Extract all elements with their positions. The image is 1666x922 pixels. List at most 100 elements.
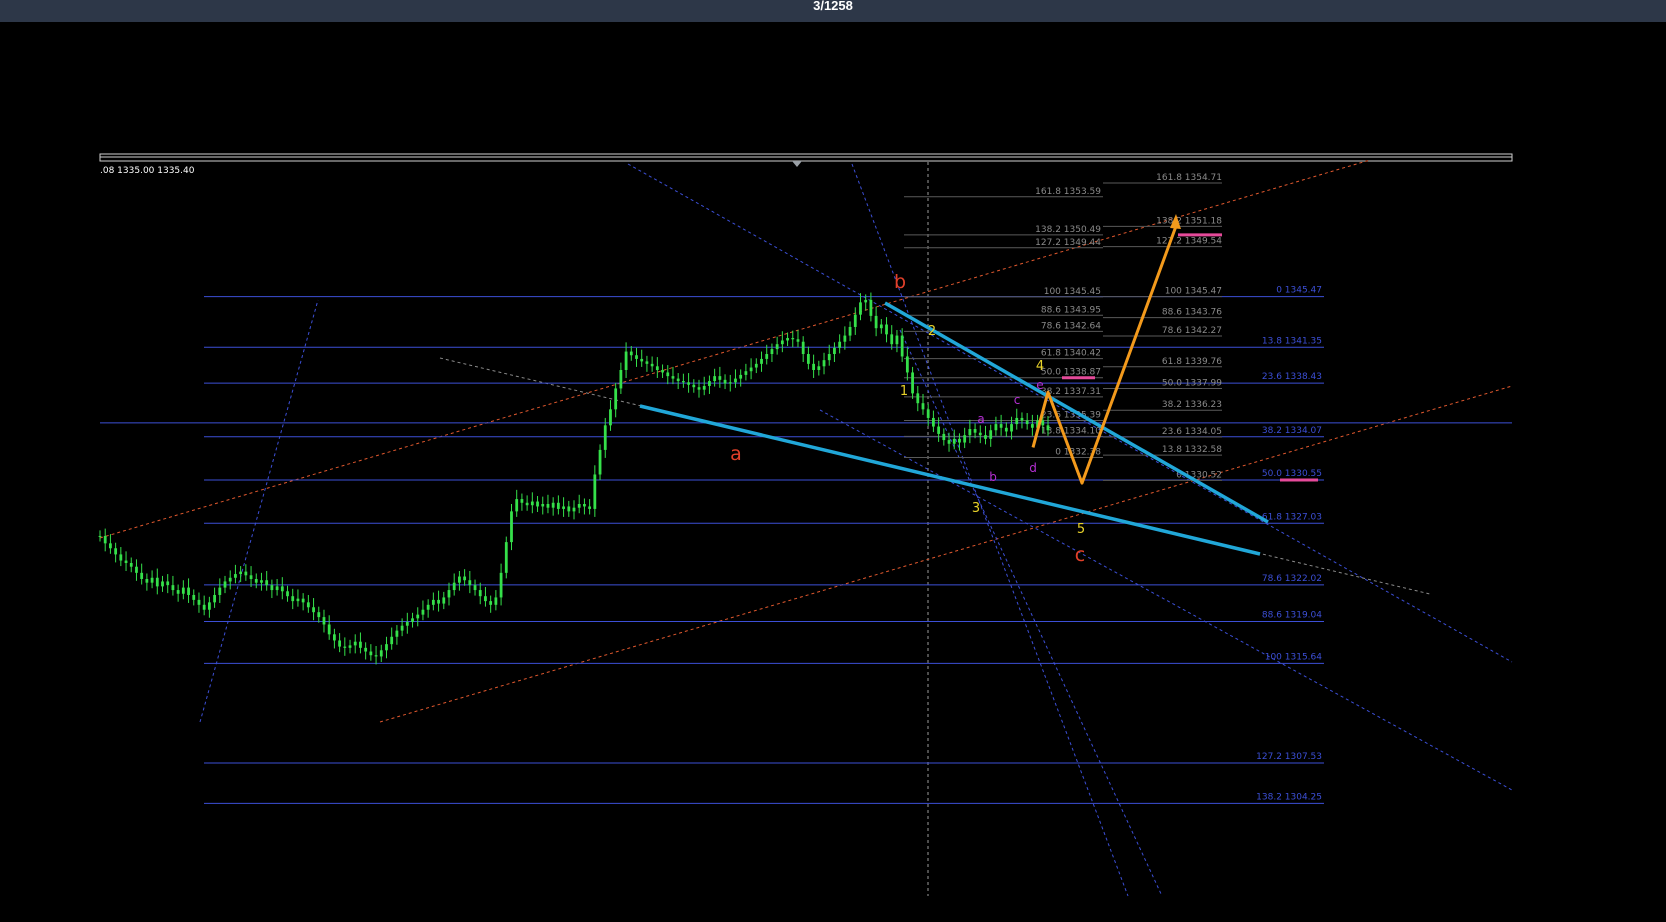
candle-body xyxy=(791,338,795,340)
candle-body xyxy=(796,339,800,342)
fib2-label: 138.2 1351.18 xyxy=(1156,216,1222,226)
candle-body xyxy=(817,366,821,370)
candle-body xyxy=(234,574,237,578)
level-label: 100 1315.64 xyxy=(1265,652,1323,662)
candle-body xyxy=(895,335,899,345)
fib1-label: 161.8 1353.59 xyxy=(1035,187,1101,197)
wave-label-red: c xyxy=(1075,544,1085,566)
wave-label-yellow: 3 xyxy=(972,501,980,516)
level-label: 138.2 1304.25 xyxy=(1256,792,1322,802)
candle-body xyxy=(442,597,446,604)
blue-dash-5 xyxy=(899,329,1163,897)
candle-body xyxy=(541,503,545,507)
candle-body xyxy=(681,381,685,383)
candle-body xyxy=(775,344,779,350)
fib2-label: 78.6 1342.27 xyxy=(1162,326,1222,336)
candle-body xyxy=(879,324,883,329)
candle-body xyxy=(942,433,946,441)
candle-body xyxy=(932,417,935,427)
candle-body xyxy=(468,580,472,586)
candle-body xyxy=(947,440,951,444)
wave-label-red: a xyxy=(730,443,742,465)
fib2-label: 38.2 1336.23 xyxy=(1162,400,1222,410)
candle-body xyxy=(421,609,425,615)
candle-body xyxy=(921,403,925,410)
candle-body xyxy=(431,599,435,605)
candle-body xyxy=(390,636,394,645)
wave-label-magenta: e xyxy=(1036,378,1043,392)
candle-body xyxy=(150,577,154,583)
candle-body xyxy=(739,374,743,379)
candle-body xyxy=(702,385,706,390)
candle-body xyxy=(546,503,550,508)
candle-body xyxy=(400,625,404,631)
candle-body xyxy=(952,438,956,444)
candle-body xyxy=(202,604,206,610)
candle-body xyxy=(588,506,592,509)
wave-label-red: b xyxy=(894,271,906,293)
candle-body xyxy=(671,376,675,379)
level-label: 38.2 1334.07 xyxy=(1262,426,1322,436)
candle-body xyxy=(885,324,888,335)
scroll-marker-icon[interactable] xyxy=(792,161,802,167)
candle-body xyxy=(1041,420,1045,426)
candle-body xyxy=(187,587,190,595)
fibonacci-levels: 0 1345.47 13.8 1341.35 23.6 1338.43 38.2 13… xyxy=(100,286,1512,804)
candle-body xyxy=(978,432,982,436)
wave-label-magenta: c xyxy=(1014,393,1021,407)
candle-body xyxy=(603,425,607,450)
candle-body xyxy=(458,576,461,583)
blue-dash-1 xyxy=(199,299,319,723)
candle-body xyxy=(207,602,211,610)
candle-body xyxy=(426,604,430,610)
candle-body xyxy=(1020,417,1024,421)
candle-body xyxy=(301,598,305,603)
fib1-label: 23.6 1335.39 xyxy=(1041,411,1101,421)
candle-body xyxy=(687,382,690,385)
candle-body xyxy=(103,535,107,544)
candle-body xyxy=(780,340,784,345)
candle-body xyxy=(369,651,373,656)
candle-body xyxy=(312,607,315,613)
wave-label-magenta: a xyxy=(977,412,984,426)
wave-label-magenta: d xyxy=(1029,461,1037,475)
candle-body xyxy=(504,542,508,573)
candle-body xyxy=(734,378,737,383)
candle-body xyxy=(676,378,680,382)
candle-body xyxy=(364,647,368,652)
candle-body xyxy=(911,372,914,394)
candle-body xyxy=(874,315,878,329)
candle-body xyxy=(859,302,862,315)
candle-body xyxy=(1025,420,1029,425)
candle-body xyxy=(306,602,310,608)
candle-body xyxy=(129,563,133,567)
candle-body xyxy=(760,358,763,364)
candle-body xyxy=(359,641,362,648)
candle-body xyxy=(593,474,597,509)
fib2-label: 88.6 1343.76 xyxy=(1162,308,1222,318)
candle-body xyxy=(145,578,149,583)
candle-body xyxy=(536,501,539,507)
candle-body xyxy=(478,590,482,597)
candle-body xyxy=(728,382,732,384)
candle-body xyxy=(853,314,857,327)
candle-body xyxy=(249,575,253,579)
candle-body xyxy=(317,612,321,618)
candle-body xyxy=(723,379,727,384)
price-chart[interactable]: .08 1335.00 1335.40 0 1345.47 13.8 1341.3… xyxy=(0,0,1666,922)
candle-body xyxy=(166,581,170,586)
candle-body xyxy=(494,597,498,605)
candle-body xyxy=(332,634,336,641)
candle-body xyxy=(135,566,138,573)
wave-label-yellow: 1 xyxy=(900,384,908,399)
level-label: 88.6 1319.04 xyxy=(1262,611,1322,621)
candle-body xyxy=(218,587,222,595)
candle-body xyxy=(999,424,1003,428)
candle-body xyxy=(890,334,894,345)
candle-body xyxy=(708,381,711,386)
price-readout: .08 1335.00 1335.40 xyxy=(100,166,195,176)
candle-body xyxy=(395,630,399,637)
dashed-trendlines xyxy=(99,159,1513,897)
candle-body xyxy=(843,335,847,342)
candle-body xyxy=(666,372,670,377)
